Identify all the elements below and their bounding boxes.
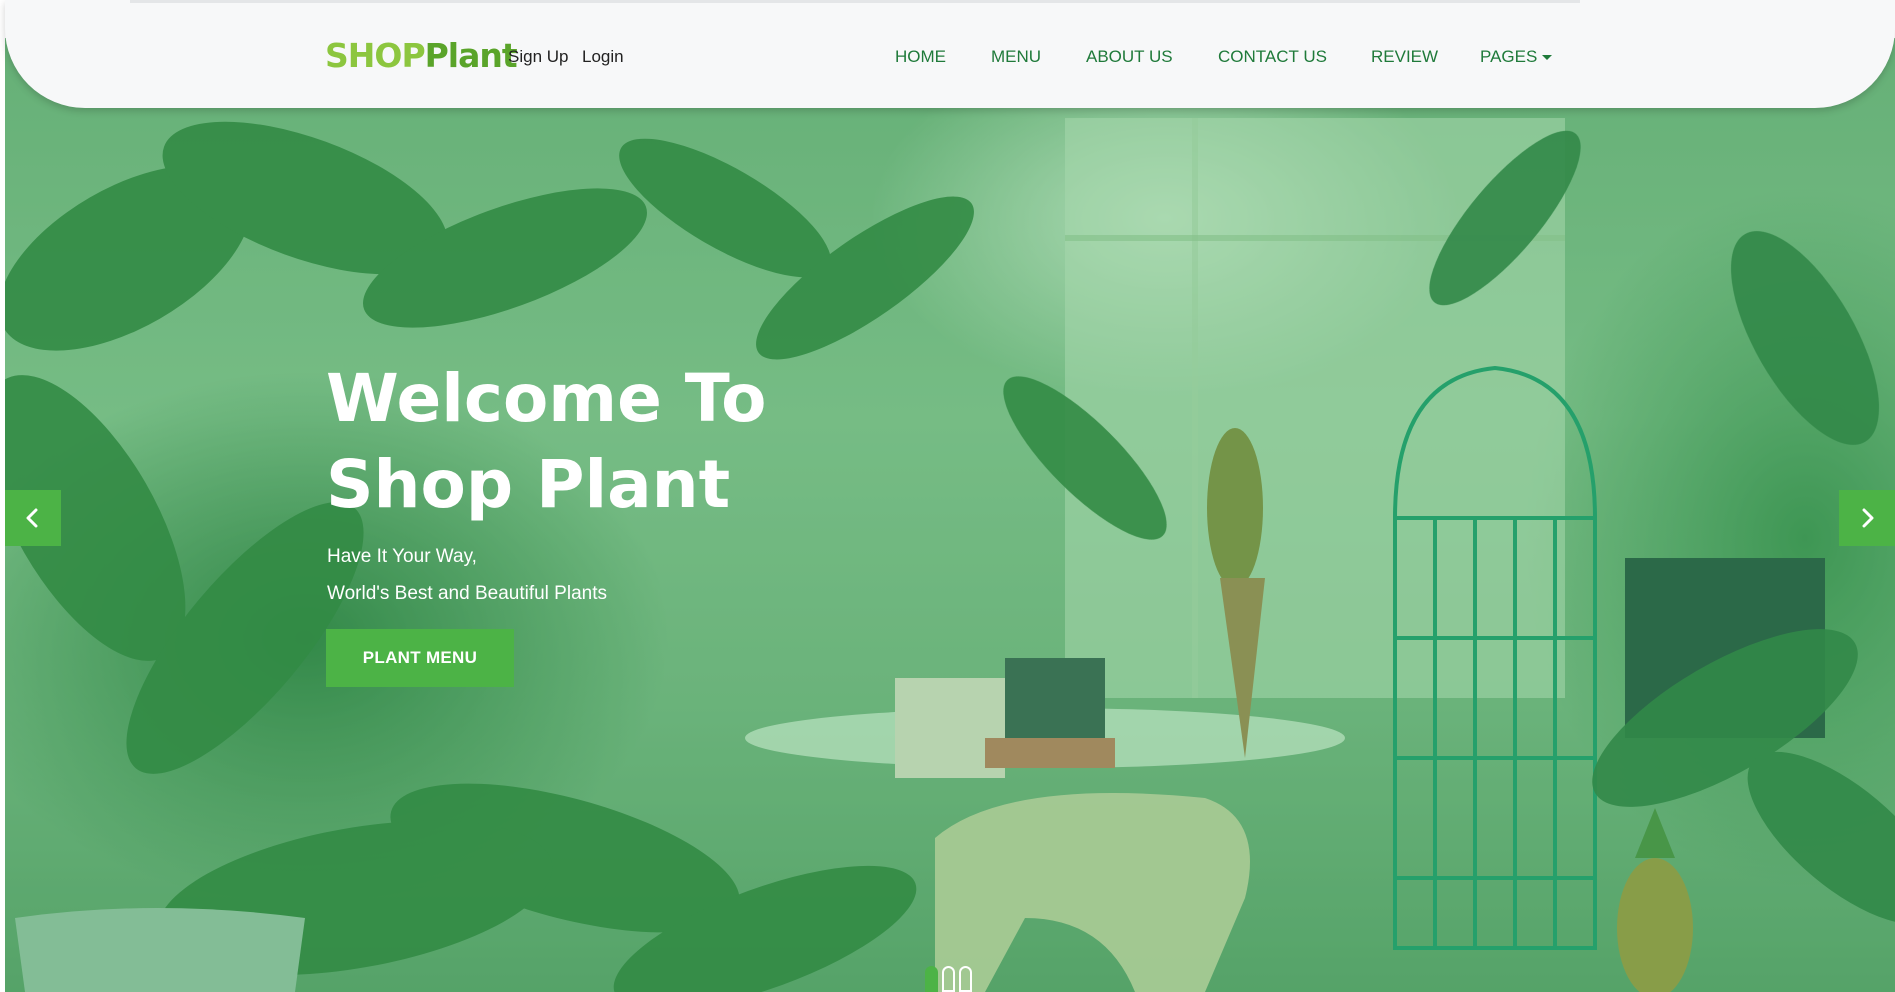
nav-pages-label: PAGES [1480,47,1538,66]
site-header: SHOPPlant Sign Up Login HOME MENU ABOUT … [5,0,1895,108]
chevron-right-icon [1862,508,1874,528]
signup-link[interactable]: Sign Up [508,46,568,68]
hero-subtitle-line2: World's Best and Beautiful Plants [327,583,607,604]
chevron-left-icon [26,508,38,528]
nav-review[interactable]: REVIEW [1371,46,1438,68]
carousel-prev-button[interactable] [5,490,61,546]
hero-title-line2: Shop Plant [326,446,731,523]
nav-contact-us[interactable]: CONTACT US [1218,46,1327,68]
hero-green-overlay [5,38,1895,992]
logo[interactable]: SHOPPlant [325,36,518,76]
carousel-indicators [925,966,972,992]
hero-carousel [5,38,1895,992]
carousel-next-button[interactable] [1839,490,1895,546]
nav-menu[interactable]: MENU [991,46,1041,68]
logo-text-shop: SHOP [325,36,426,75]
nav-pages-dropdown[interactable]: PAGES [1480,46,1553,68]
carousel-indicator-2[interactable] [942,966,955,992]
page: SHOPPlant Sign Up Login HOME MENU ABOUT … [0,0,1895,992]
carousel-indicator-1[interactable] [925,966,938,992]
carousel-indicator-3[interactable] [959,966,972,992]
logo-text-plant: Plant [424,36,518,75]
login-link[interactable]: Login [582,46,624,68]
browser-divider [130,0,1580,3]
hero-title-line1: Welcome To [326,360,767,437]
nav-about-us[interactable]: ABOUT US [1086,46,1173,68]
nav-home[interactable]: HOME [895,46,946,68]
hero-title: Welcome To Shop Plant [326,356,766,528]
hero-subtitle-line1: Have It Your Way, [327,546,477,567]
caret-down-icon [1542,55,1553,61]
plant-menu-button[interactable]: PLANT MENU [326,629,514,687]
